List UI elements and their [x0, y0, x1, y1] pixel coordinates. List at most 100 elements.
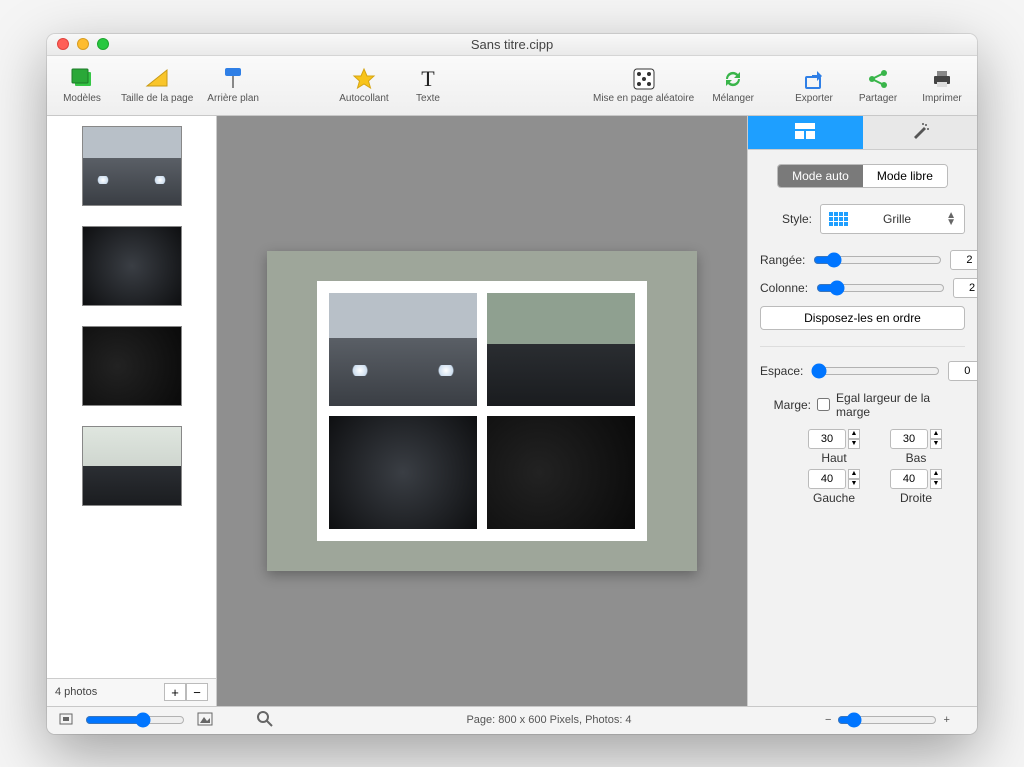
margin-label: Marge: — [760, 398, 811, 412]
space-slider[interactable] — [811, 363, 940, 379]
magnifier-icon[interactable] — [257, 711, 273, 730]
col-slider[interactable] — [816, 280, 945, 296]
margin-bottom-down[interactable]: ▼ — [930, 439, 942, 449]
print-button[interactable]: Imprimer — [917, 67, 967, 104]
mode-free-button[interactable]: Mode libre — [863, 165, 947, 187]
mode-auto-button[interactable]: Mode auto — [778, 165, 863, 187]
collage-photo[interactable] — [329, 416, 477, 529]
toolbar-label: Autocollant — [339, 93, 388, 104]
margin-top-field[interactable] — [808, 429, 846, 449]
background-button[interactable]: Arrière plan — [207, 67, 259, 104]
row-field[interactable] — [950, 250, 977, 270]
row-label: Rangée: — [760, 253, 805, 267]
toolbar-label: Exporter — [795, 93, 833, 104]
margin-right-field[interactable] — [890, 469, 928, 489]
sticker-button[interactable]: Autocollant — [339, 67, 389, 104]
models-button[interactable]: Modèles — [57, 67, 107, 104]
text-button[interactable]: T Texte — [403, 67, 453, 104]
equal-margin-label: Egal largeur de la marge — [836, 391, 965, 419]
toolbar-label: Imprimer — [922, 93, 961, 104]
sidebar-footer: 4 photos + − — [47, 678, 216, 706]
style-value: Grille — [858, 212, 936, 226]
style-select[interactable]: Grille ▲▼ — [820, 204, 965, 234]
inspector: Mode auto Mode libre Style: Grille ▲▼ Ra… — [747, 116, 977, 706]
page-info-label: Page: 800 x 600 Pixels, Photos: 4 — [285, 714, 813, 726]
random-layout-button[interactable]: Mise en page aléatoire — [593, 67, 694, 104]
canvas-zoom-slider[interactable] — [837, 712, 937, 728]
collage-photo[interactable] — [487, 416, 635, 529]
margin-left-field[interactable] — [808, 469, 846, 489]
margin-right-down[interactable]: ▼ — [930, 479, 942, 489]
thumbnail[interactable] — [82, 426, 182, 506]
remove-photo-button[interactable]: − — [186, 683, 208, 701]
close-button[interactable] — [57, 38, 69, 50]
text-icon: T — [416, 67, 440, 91]
tab-effects[interactable] — [863, 116, 978, 150]
toolbar-label: Taille de la page — [121, 93, 193, 104]
thumbnail-list[interactable] — [47, 116, 216, 678]
col-label: Colonne: — [760, 281, 808, 295]
ruler-icon — [145, 67, 169, 91]
margin-right-label: Droite — [900, 491, 932, 505]
zoom-button[interactable] — [97, 38, 109, 50]
mode-segmented: Mode auto Mode libre — [777, 164, 948, 188]
zoom-out-button[interactable]: − — [825, 714, 831, 726]
margin-top-up[interactable]: ▲ — [848, 429, 860, 439]
star-icon — [352, 67, 376, 91]
margin-left-down[interactable]: ▼ — [848, 479, 860, 489]
margin-left-up[interactable]: ▲ — [848, 469, 860, 479]
grid-icon — [829, 212, 848, 226]
sidebar-zoom-slider[interactable] — [85, 712, 185, 728]
margin-left-label: Gauche — [813, 491, 855, 505]
toolbar-label: Partager — [859, 93, 897, 104]
pagesize-button[interactable]: Taille de la page — [121, 67, 193, 104]
style-label: Style: — [760, 212, 812, 226]
export-icon — [802, 67, 826, 91]
arrange-button[interactable]: Disposez-les en ordre — [760, 306, 965, 330]
shuffle-button[interactable]: Mélanger — [708, 67, 758, 104]
share-icon — [866, 67, 890, 91]
fit-large-icon[interactable] — [197, 712, 213, 729]
thumbnail[interactable] — [82, 126, 182, 206]
body: 4 photos + − — [47, 116, 977, 706]
thumbnail[interactable] — [82, 326, 182, 406]
share-button[interactable]: Partager — [853, 67, 903, 104]
margin-bottom-up[interactable]: ▲ — [930, 429, 942, 439]
thumbnail[interactable] — [82, 226, 182, 306]
toolbar-label: Mise en page aléatoire — [593, 93, 694, 104]
paintroller-icon — [221, 67, 245, 91]
canvas-area — [217, 116, 747, 706]
titlebar: Sans titre.cipp — [47, 34, 977, 56]
toolbar-label: Mélanger — [712, 93, 754, 104]
zoom-in-button[interactable]: + — [943, 714, 949, 726]
footer: Page: 800 x 600 Pixels, Photos: 4 − + — [47, 706, 977, 734]
minimize-button[interactable] — [77, 38, 89, 50]
row-slider[interactable] — [813, 252, 942, 268]
space-field[interactable] — [948, 361, 977, 381]
layout-icon — [795, 123, 815, 142]
sidebar: 4 photos + − — [47, 116, 217, 706]
margin-bottom-field[interactable] — [890, 429, 928, 449]
chevron-updown-icon: ▲▼ — [946, 212, 956, 226]
col-field[interactable] — [953, 278, 977, 298]
canvas-page[interactable] — [267, 251, 697, 571]
templates-icon — [70, 67, 94, 91]
margin-right-up[interactable]: ▲ — [930, 469, 942, 479]
fit-small-icon[interactable] — [59, 713, 73, 728]
collage-photo[interactable] — [329, 293, 477, 406]
wand-icon — [911, 122, 929, 143]
toolbar-label: Modèles — [63, 93, 101, 104]
traffic-lights — [57, 38, 109, 50]
equal-margin-checkbox[interactable] — [817, 398, 830, 411]
export-button[interactable]: Exporter — [789, 67, 839, 104]
window-title: Sans titre.cipp — [471, 37, 553, 52]
photo-count-label: 4 photos — [55, 686, 97, 698]
tab-layout[interactable] — [748, 116, 863, 150]
app-window: Sans titre.cipp Modèles Taille de la pag… — [47, 34, 977, 734]
toolbar-label: Texte — [416, 93, 440, 104]
collage-photo[interactable] — [487, 293, 635, 406]
margin-top-down[interactable]: ▼ — [848, 439, 860, 449]
margin-top-label: Haut — [821, 451, 846, 465]
toolbar: Modèles Taille de la page Arrière plan — [47, 56, 977, 116]
add-photo-button[interactable]: + — [164, 683, 186, 701]
